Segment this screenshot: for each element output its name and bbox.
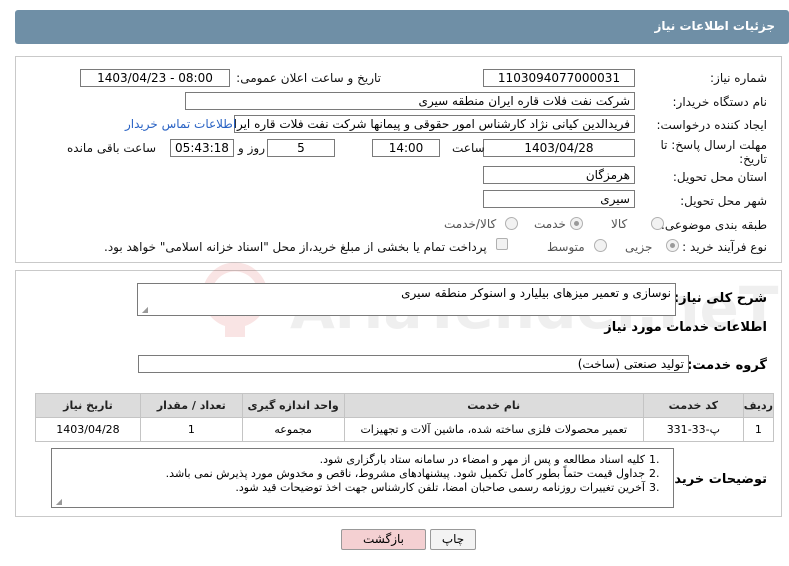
buyer-note-1: کلیه اسناد مطالعه و پس از مهر و امضاء در… xyxy=(319,453,645,466)
service-group-field: تولید صنعتی (ساخت) xyxy=(138,355,689,373)
category-radio-goods[interactable] xyxy=(651,217,664,230)
need-summary-label: شرح کلی نیاز: xyxy=(673,291,767,306)
col-header-service-code: کد خدمت xyxy=(642,393,744,418)
cell-service-name: تعمیر محصولات فلزی ساخته شده، ماشین آلات… xyxy=(343,417,644,442)
cell-row-number: 1 xyxy=(742,417,775,442)
cell-service-code: پ-33-331 xyxy=(642,417,744,442)
buyer-note-3: آخرین تغییرات روزنامه رسمی صاحبان امضا، … xyxy=(235,481,645,494)
announce-datetime-label: تاریخ و ساعت اعلان عمومی: xyxy=(236,71,381,85)
deadline-label: مهلت ارسال پاسخ: تا xyxy=(660,138,767,152)
buyer-org-field: شرکت نفت فلات قاره ایران منطقه سیری xyxy=(185,92,635,110)
table-row: 1 پ-33-331 تعمیر محصولات فلزی ساخته شده،… xyxy=(35,417,775,442)
deadline-time-label: ساعت xyxy=(452,141,485,155)
category-option-goods: کالا xyxy=(611,217,628,231)
announce-datetime-field: 1403/04/23 - 08:00 xyxy=(80,69,230,87)
buyer-notes-box: .1 کلیه اسناد مطالعه و پس از مهر و امضاء… xyxy=(51,448,674,508)
deadline-date-field: 1403/04/28 xyxy=(483,139,635,157)
need-number-field: 1103094077000031 xyxy=(483,69,635,87)
category-option-goods-service: کالا/خدمت xyxy=(444,217,497,231)
need-summary-text: نوسازی و تعمیر میزهای بیلیارد و اسنوکر م… xyxy=(401,286,671,300)
col-header-quantity: تعداد / مقدار xyxy=(139,393,243,418)
time-remaining-field: 05:43:18 xyxy=(170,139,234,157)
resize-handle-icon[interactable]: ◢ xyxy=(140,306,148,314)
province-field: هرمزگان xyxy=(483,166,635,184)
category-option-service: خدمت xyxy=(534,217,566,231)
col-header-need-date: تاریخ نیاز xyxy=(35,393,141,418)
category-radio-service[interactable] xyxy=(570,217,583,230)
services-section-title: اطلاعات خدمات مورد نیاز xyxy=(604,320,767,335)
list-item: .3 آخرین تغییرات روزنامه رسمی صاحبان امض… xyxy=(235,481,660,494)
services-table-header: ردیف کد خدمت نام خدمت واحد اندازه گیری ت… xyxy=(35,393,775,418)
buyer-org-label: نام دستگاه خریدار: xyxy=(672,95,768,109)
resize-handle-icon[interactable]: ◢ xyxy=(54,498,62,506)
city-field: سیری xyxy=(483,190,635,208)
page-title: جزئیات اطلاعات نیاز xyxy=(654,19,775,33)
purchase-type-label: نوع فرآیند خرید : xyxy=(682,240,767,254)
list-item: .2 جداول قیمت حتماً بطور کامل تکمیل شود.… xyxy=(165,467,660,480)
purchase-radio-medium[interactable] xyxy=(594,239,607,252)
print-button[interactable]: چاپ xyxy=(430,529,476,550)
services-table: ردیف کد خدمت نام خدمت واحد اندازه گیری ت… xyxy=(35,393,775,442)
days-label: روز و xyxy=(238,141,265,155)
category-radio-goods-service[interactable] xyxy=(505,217,518,230)
requester-field: فریدالدین کیانی نژاد کارشناس امور حقوقی … xyxy=(234,115,635,133)
cell-need-date: 1403/04/28 xyxy=(35,417,141,442)
service-group-label: گروه خدمت: xyxy=(687,358,767,373)
province-label: استان محل تحویل: xyxy=(672,170,767,184)
treasury-bonds-text: پرداخت تمام یا بخشی از مبلغ خرید،از محل … xyxy=(104,240,487,254)
col-header-row-number: ردیف xyxy=(742,393,775,418)
back-button[interactable]: بازگشت xyxy=(341,529,426,550)
cell-quantity: 1 xyxy=(139,417,243,442)
list-item: .1 کلیه اسناد مطالعه و پس از مهر و امضاء… xyxy=(319,453,660,466)
deadline-label-date: تاریخ: xyxy=(739,152,767,166)
purchase-radio-minor[interactable] xyxy=(666,239,679,252)
treasury-bonds-checkbox[interactable] xyxy=(496,238,508,250)
requester-label: ایجاد کننده درخواست: xyxy=(656,118,767,132)
buyer-contact-link[interactable]: اطلاعات تماس خریدار xyxy=(125,117,236,131)
buyer-note-2: جداول قیمت حتماً بطور کامل تکمیل شود. پی… xyxy=(165,467,645,480)
need-number-label: شماره نیاز: xyxy=(710,71,767,85)
city-label: شهر محل تحویل: xyxy=(680,194,767,208)
days-remaining-field: 5 xyxy=(267,139,335,157)
col-header-service-name: نام خدمت xyxy=(343,393,644,418)
need-summary-field: نوسازی و تعمیر میزهای بیلیارد و اسنوکر م… xyxy=(137,283,676,316)
cell-unit: مجموعه xyxy=(241,417,345,442)
col-header-unit: واحد اندازه گیری xyxy=(241,393,345,418)
time-remaining-label: ساعت باقی مانده xyxy=(67,141,157,155)
category-label: طبقه بندی موضوعی: xyxy=(660,218,767,232)
page-header: جزئیات اطلاعات نیاز xyxy=(15,10,789,44)
purchase-option-medium: متوسط xyxy=(547,240,585,254)
deadline-time-field: 14:00 xyxy=(372,139,440,157)
purchase-option-minor: جزیی xyxy=(625,240,653,254)
